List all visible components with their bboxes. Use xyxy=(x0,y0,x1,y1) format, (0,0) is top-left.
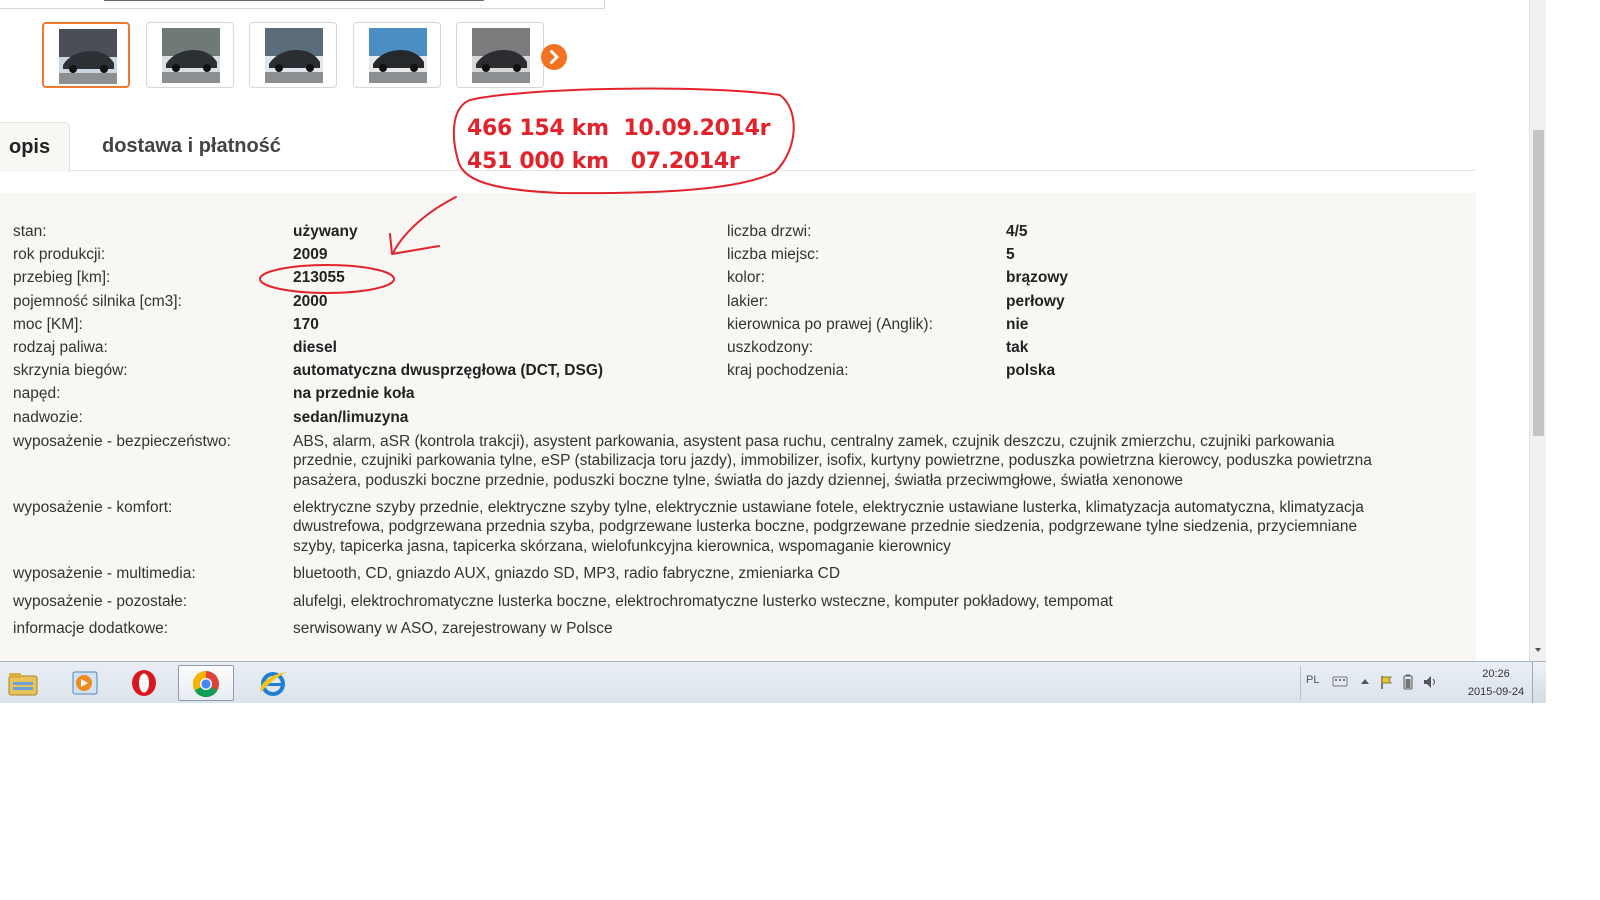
detail-label: rodzaj paliwa: xyxy=(13,339,108,356)
equipment-label: informacje dodatkowe: xyxy=(13,620,169,637)
tab-delivery-payment[interactable]: dostawa i płatność xyxy=(102,122,281,172)
detail-label: skrzynia biegów: xyxy=(13,362,128,380)
car-photo-thumbnail xyxy=(472,28,530,83)
equipment-text: elektryczne szyby przednie, elektryczne … xyxy=(293,499,1364,516)
thumbnail-1[interactable] xyxy=(42,22,130,88)
equipment-text: przednie, czujniki parkowania tylne, eSP… xyxy=(293,452,1372,470)
detail-label: rok produkcji: xyxy=(13,246,106,264)
detail-label: przebieg [km]: xyxy=(13,269,111,287)
battery-icon[interactable] xyxy=(1402,674,1414,690)
file-explorer-icon xyxy=(8,673,38,696)
taskbar-internet-explorer[interactable] xyxy=(247,665,297,701)
detail-label: liczba drzwi: xyxy=(727,223,812,240)
equipment-label: wyposażenie - bezpieczeństwo: xyxy=(13,433,231,450)
media-player-icon xyxy=(72,671,98,695)
detail-value: nie xyxy=(1006,315,1029,333)
equipment-text: bluetooth, CD, gniazdo AUX, gniazdo SD, … xyxy=(293,565,841,582)
scroll-down-arrow-icon[interactable] xyxy=(1533,645,1543,655)
thumbnail-2[interactable] xyxy=(146,22,234,88)
detail-label: nadwozie: xyxy=(13,408,83,426)
detail-label: napęd: xyxy=(13,385,61,403)
equipment-label: wyposażenie - pozostałe: xyxy=(13,593,188,610)
main-photo-frame[interactable] xyxy=(0,0,605,9)
language-indicator[interactable]: PL xyxy=(1306,674,1319,686)
thumbnail-4[interactable] xyxy=(353,22,441,88)
next-thumbnail-button[interactable] xyxy=(541,44,567,70)
tray-separator xyxy=(1300,666,1301,700)
detail-value: 213055 xyxy=(293,269,345,287)
detail-value: 5 xyxy=(1006,246,1015,264)
detail-value: 2000 xyxy=(293,292,328,310)
detail-value: 2009 xyxy=(293,246,328,264)
show-desktop-button[interactable] xyxy=(1532,662,1546,703)
clock-date[interactable]: 2015-09-24 xyxy=(1460,686,1532,698)
keyboard-icon[interactable] xyxy=(1332,674,1348,688)
detail-value: diesel xyxy=(293,339,337,356)
taskbar-opera[interactable] xyxy=(119,665,169,701)
clock-time[interactable]: 20:26 xyxy=(1476,668,1516,680)
detail-value: tak xyxy=(1006,339,1029,356)
annotation-line-1: 466 154 km 10.09.2014r xyxy=(467,116,771,141)
detail-label: kolor: xyxy=(727,269,765,287)
detail-label: lakier: xyxy=(727,292,769,310)
equipment-text: alufelgi, elektrochromatyczne lusterka b… xyxy=(293,593,1113,610)
detail-value: na przednie koła xyxy=(293,385,415,403)
opera-icon xyxy=(132,670,156,696)
thumbnail-5[interactable] xyxy=(456,22,544,88)
detail-value: 170 xyxy=(293,315,319,333)
detail-label: pojemność silnika [cm3]: xyxy=(13,292,182,310)
detail-label: kierownica po prawej (Anglik): xyxy=(727,315,933,333)
chevron-right-icon xyxy=(550,50,559,64)
equipment-text: dwustrefowa, podgrzewana przednia szyba,… xyxy=(293,518,1358,536)
car-photo-thumbnail xyxy=(369,28,427,83)
equipment-label: wyposażenie - multimedia: xyxy=(13,565,196,582)
car-photo-thumbnail xyxy=(59,29,117,84)
detail-label: uszkodzony: xyxy=(727,339,814,356)
detail-label: kraj pochodzenia: xyxy=(727,362,849,380)
thumbnail-3[interactable] xyxy=(249,22,337,88)
internet-explorer-icon xyxy=(260,672,287,696)
photo-edge xyxy=(104,0,484,1)
action-center-flag-icon[interactable] xyxy=(1379,674,1395,690)
detail-value: używany xyxy=(293,223,358,240)
equipment-label: wyposażenie - komfort: xyxy=(13,499,173,516)
show-hidden-icons-icon[interactable] xyxy=(1360,677,1370,685)
detail-label: moc [KM]: xyxy=(13,315,83,333)
equipment-text: pasażera, poduszki boczne przednie, podu… xyxy=(293,471,1184,489)
detail-value: sedan/limuzyna xyxy=(293,408,409,426)
annotation-line-2: 451 000 km 07.2014r xyxy=(467,149,740,174)
detail-value: polska xyxy=(1006,362,1056,380)
chrome-icon xyxy=(192,670,219,698)
equipment-text: szyby, tapicerka jasna, tapicerka skórza… xyxy=(293,537,951,555)
car-photo-thumbnail xyxy=(265,28,323,83)
browser-viewport: opis dostawa i płatność stan: używany rok … xyxy=(0,0,1546,703)
volume-icon[interactable] xyxy=(1422,674,1438,690)
detail-label: liczba miejsc: xyxy=(727,246,820,264)
taskbar-chrome[interactable] xyxy=(178,665,234,701)
equipment-text: serwisowany w ASO, zarejestrowany w Pols… xyxy=(293,620,613,637)
detail-value: automatyczna dwusprzęgłowa (DCT, DSG) xyxy=(293,362,604,380)
tab-opis[interactable]: opis xyxy=(0,122,70,172)
equipment-text: ABS, alarm, aSR (kontrola trakcji), asys… xyxy=(293,433,1335,450)
taskbar-file-explorer[interactable] xyxy=(0,665,46,701)
car-photo-thumbnail xyxy=(162,28,220,83)
windows-taskbar: PL 20:26 2015-09-24 xyxy=(0,661,1546,703)
taskbar-media-player[interactable] xyxy=(58,665,108,701)
detail-label: stan: xyxy=(13,223,47,240)
detail-value: brązowy xyxy=(1006,269,1069,287)
scrollbar-thumb[interactable] xyxy=(1533,130,1544,436)
detail-value: 4/5 xyxy=(1006,223,1028,240)
detail-value: perłowy xyxy=(1006,292,1065,310)
